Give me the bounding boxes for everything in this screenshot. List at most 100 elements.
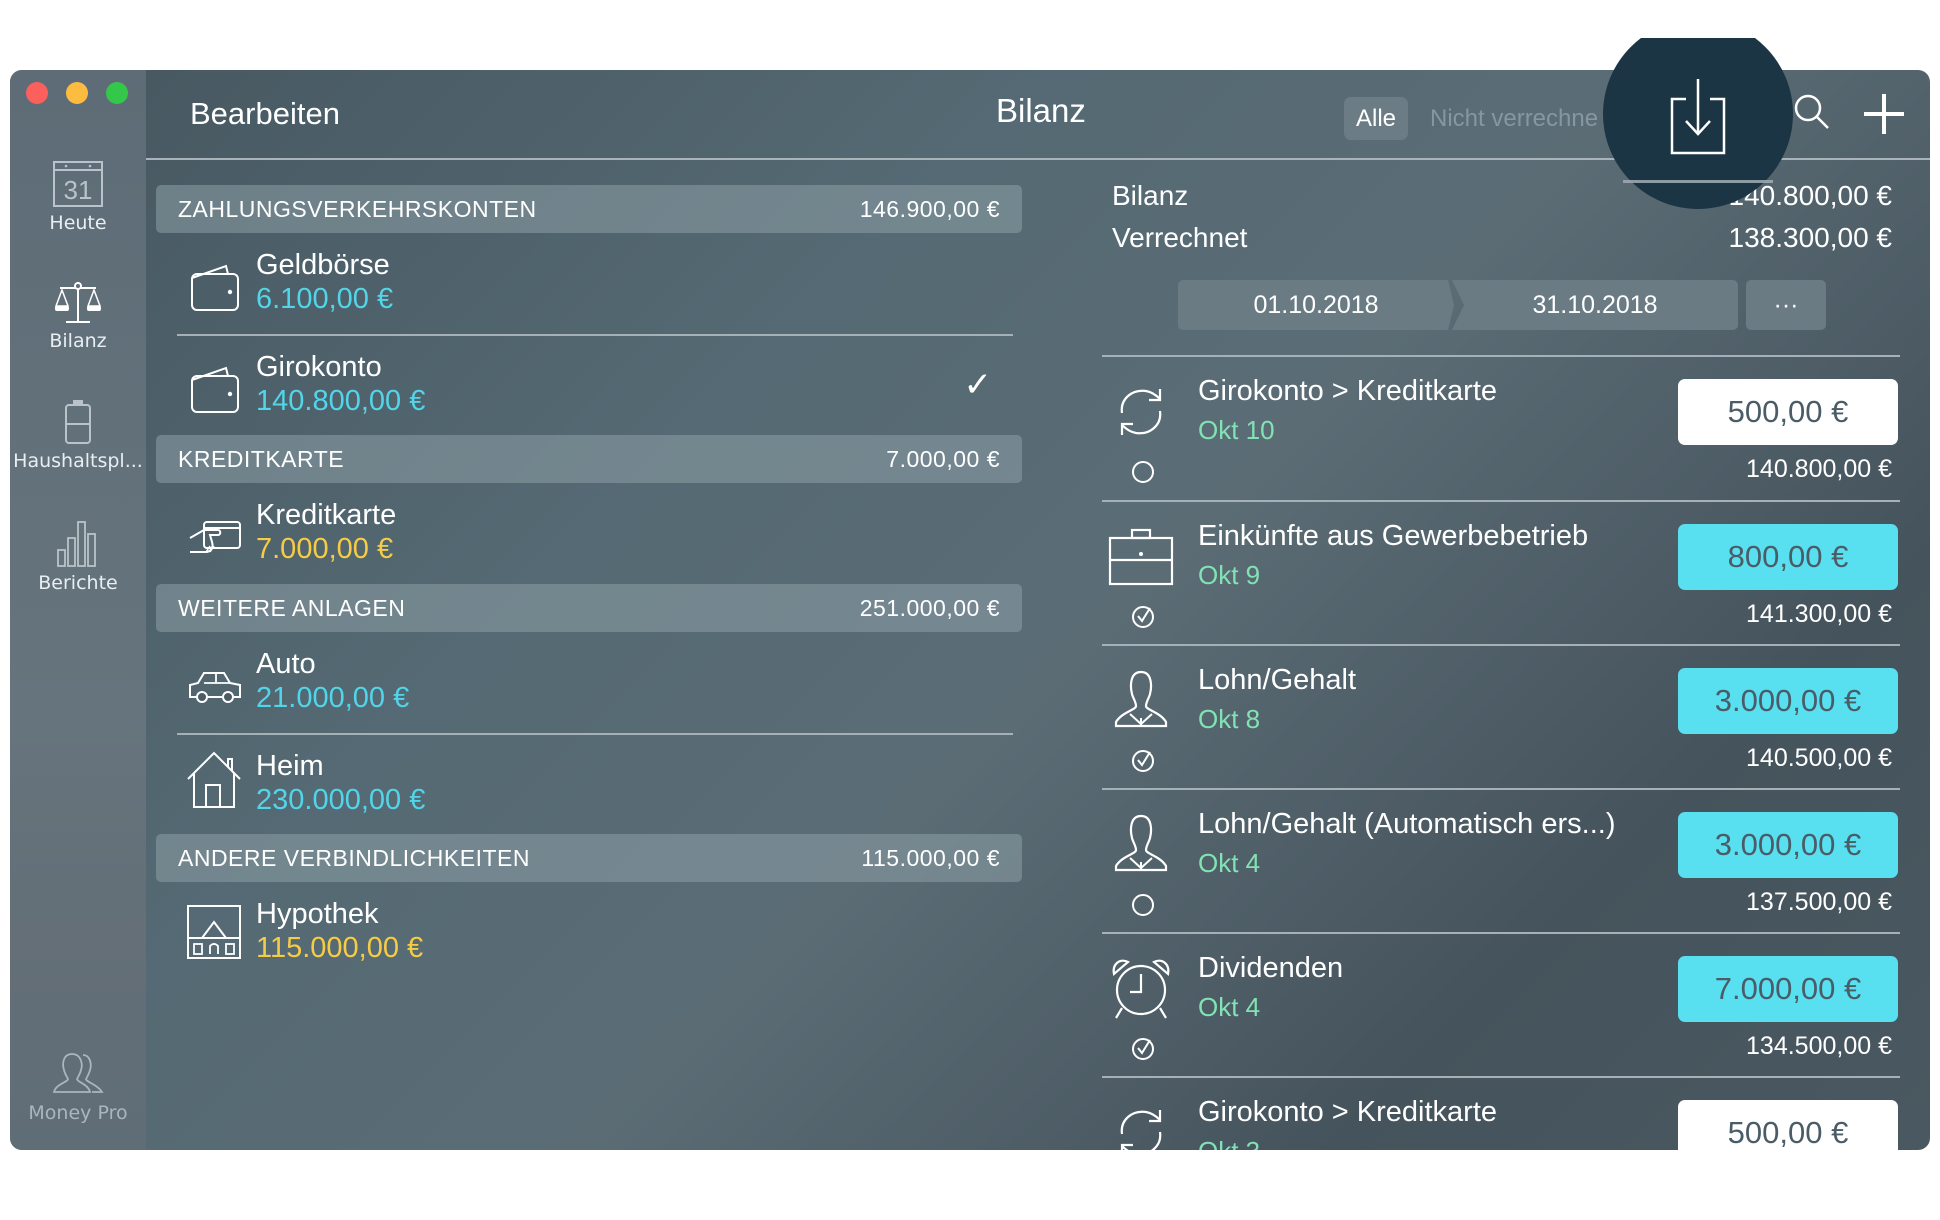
group-name: KREDITKARTE <box>178 445 345 472</box>
account-name: Auto <box>256 648 316 680</box>
account-balance: 140.800,00 € <box>256 385 426 417</box>
group-total: 251.000,00 € <box>859 594 1000 621</box>
transaction-amount[interactable]: 3.000,00 € <box>1678 812 1898 878</box>
transaction-row[interactable]: Lohn/Gehalt Okt 8 3.000,00 € 140.500,00 … <box>1102 646 1900 790</box>
transaction-date: Okt 4 <box>1198 848 1261 878</box>
account-balance: 230.000,00 € <box>256 784 426 816</box>
account-group-header[interactable]: ANDERE VERBINDLICHKEITEN 115.000,00 € <box>156 834 1022 882</box>
close-window-button[interactable] <box>26 82 48 104</box>
transaction-amount[interactable]: 3.000,00 € <box>1678 668 1898 734</box>
uncleared-status-icon[interactable] <box>1130 459 1156 485</box>
svg-text:31: 31 <box>64 175 93 205</box>
import-button-highlight[interactable] <box>1603 38 1793 209</box>
group-name: ANDERE VERBINDLICHKEITEN <box>178 844 530 871</box>
account-row-kreditkarte[interactable]: Kreditkarte 7.000,00 € <box>156 483 1022 583</box>
alarm-clock-icon <box>1112 959 1170 1019</box>
account-balance: 115.000,00 € <box>256 932 424 964</box>
account-row-girokonto[interactable]: Girokonto 140.800,00 € ✓ <box>156 335 1022 435</box>
wallet-icon <box>191 366 239 413</box>
transaction-date: Okt 3 <box>1198 1136 1260 1150</box>
sidebar-item-budget[interactable]: Haushaltspl... <box>10 398 146 472</box>
zoom-window-button[interactable] <box>106 82 128 104</box>
account-name: Heim <box>256 750 324 782</box>
car-icon <box>189 672 241 703</box>
cleared-label: Verrechnet <box>1112 222 1248 253</box>
group-total: 115.000,00 € <box>861 844 1000 871</box>
filter-all-segment[interactable]: Alle <box>1344 97 1408 140</box>
group-name: ZAHLUNGSVERKEHRSKONTEN <box>178 195 537 222</box>
battery-icon <box>65 400 91 444</box>
sidebar-item-label: Haushaltspl... <box>13 450 143 472</box>
date-to-button[interactable]: 31.10.2018 <box>1452 280 1738 330</box>
calendar-icon: 31 <box>53 161 103 207</box>
group-name: WEITERE ANLAGEN <box>178 594 406 621</box>
group-total: 146.900,00 € <box>859 195 1000 222</box>
account-group-header[interactable]: WEITERE ANLAGEN 251.000,00 € <box>156 584 1022 632</box>
transaction-row[interactable]: Girokonto > Kreditkarte Okt 10 500,00 € … <box>1102 357 1900 501</box>
account-name: Kreditkarte <box>256 499 397 531</box>
bar-chart-icon <box>57 521 96 567</box>
plus-icon[interactable] <box>1856 86 1912 142</box>
account-row-hypothek[interactable]: Hypothek 115.000,00 € <box>156 882 1022 982</box>
cleared-status-icon[interactable] <box>1130 1036 1156 1062</box>
cleared-status-icon[interactable] <box>1130 748 1156 774</box>
group-total: 7.000,00 € <box>886 445 1000 472</box>
account-row-auto[interactable]: Auto 21.000,00 € <box>156 632 1022 732</box>
transaction-date: Okt 8 <box>1198 704 1261 734</box>
transaction-row[interactable]: Einkünfte aus Gewerbebetrieb Okt 9 800,0… <box>1102 502 1900 646</box>
sidebar-item-label: Berichte <box>38 572 118 594</box>
minimize-window-button[interactable] <box>66 82 88 104</box>
transaction-amount[interactable]: 7.000,00 € <box>1678 956 1898 1022</box>
cleared-status-icon[interactable] <box>1130 604 1156 630</box>
wallet-icon <box>191 264 239 311</box>
account-balance: 21.000,00 € <box>256 682 410 714</box>
transaction-name: Girokonto > Kreditkarte <box>1198 1096 1498 1128</box>
account-group-header[interactable]: ZAHLUNGSVERKEHRSKONTEN 146.900,00 € <box>156 185 1022 233</box>
edit-button[interactable]: Bearbeiten <box>190 96 340 132</box>
transaction-name: Einkünfte aus Gewerbebetrieb <box>1198 520 1589 552</box>
account-balance: 7.000,00 € <box>256 533 394 565</box>
mortgage-house-icon <box>187 905 241 959</box>
transaction-name: Girokonto > Kreditkarte <box>1198 375 1498 407</box>
transfer-icon <box>1120 389 1162 435</box>
users-icon <box>52 1053 104 1093</box>
house-icon <box>187 751 241 808</box>
briefcase-icon <box>1108 528 1174 586</box>
sidebar: 31 Heute Bilanz Haushaltspl... Berichte … <box>10 70 146 1150</box>
filter-uncleared-segment[interactable]: Nicht verrechne <box>1430 97 1598 140</box>
cleared-value: 138.300,00 € <box>1728 222 1893 253</box>
date-from-button[interactable]: 01.10.2018 <box>1178 280 1454 330</box>
selected-checkmark-icon: ✓ <box>963 365 993 405</box>
date-more-button[interactable]: ··· <box>1746 280 1826 330</box>
sidebar-item-reports[interactable]: Berichte <box>10 518 146 594</box>
person-icon <box>1114 814 1168 872</box>
sidebar-item-today[interactable]: 31 Heute <box>10 160 146 234</box>
page-title: Bilanz <box>996 92 1086 129</box>
scale-icon <box>54 282 102 323</box>
account-row-geldboerse[interactable]: Geldbörse 6.100,00 € <box>156 233 1022 333</box>
transaction-date: Okt 4 <box>1198 992 1261 1022</box>
running-balance: 141.300,00 € <box>1746 600 1892 628</box>
transaction-amount[interactable]: 500,00 € <box>1678 379 1898 445</box>
import-icon <box>1670 79 1726 155</box>
person-icon <box>1114 670 1168 728</box>
transaction-amount[interactable]: 800,00 € <box>1678 524 1898 590</box>
sidebar-account-money-pro[interactable]: Money Pro <box>10 1050 146 1124</box>
transaction-amount[interactable]: 500,00 € <box>1678 1100 1898 1150</box>
credit-card-hand-icon <box>189 521 241 553</box>
transaction-row[interactable]: Lohn/Gehalt (Automatisch ers...) Okt 4 3… <box>1102 790 1900 934</box>
transaction-date: Okt 10 <box>1198 415 1275 445</box>
sidebar-account-label: Money Pro <box>28 1102 128 1124</box>
uncleared-status-icon[interactable] <box>1130 892 1156 918</box>
transfer-icon <box>1120 1110 1162 1150</box>
running-balance: 137.500,00 € <box>1746 888 1892 916</box>
search-icon[interactable] <box>1788 88 1836 136</box>
account-group-header[interactable]: KREDITKARTE 7.000,00 € <box>156 435 1022 483</box>
running-balance: 140.500,00 € <box>1746 744 1892 772</box>
account-balance: 6.100,00 € <box>256 283 394 315</box>
sidebar-item-bilanz[interactable]: Bilanz <box>10 278 146 352</box>
account-row-heim[interactable]: Heim 230.000,00 € <box>156 734 1022 834</box>
transaction-row[interactable]: Girokonto > Kreditkarte Okt 3 500,00 € <box>1102 1078 1900 1150</box>
transaction-row[interactable]: Dividenden Okt 4 7.000,00 € 134.500,00 € <box>1102 934 1900 1078</box>
header-divider-through-highlight <box>1623 180 1773 183</box>
